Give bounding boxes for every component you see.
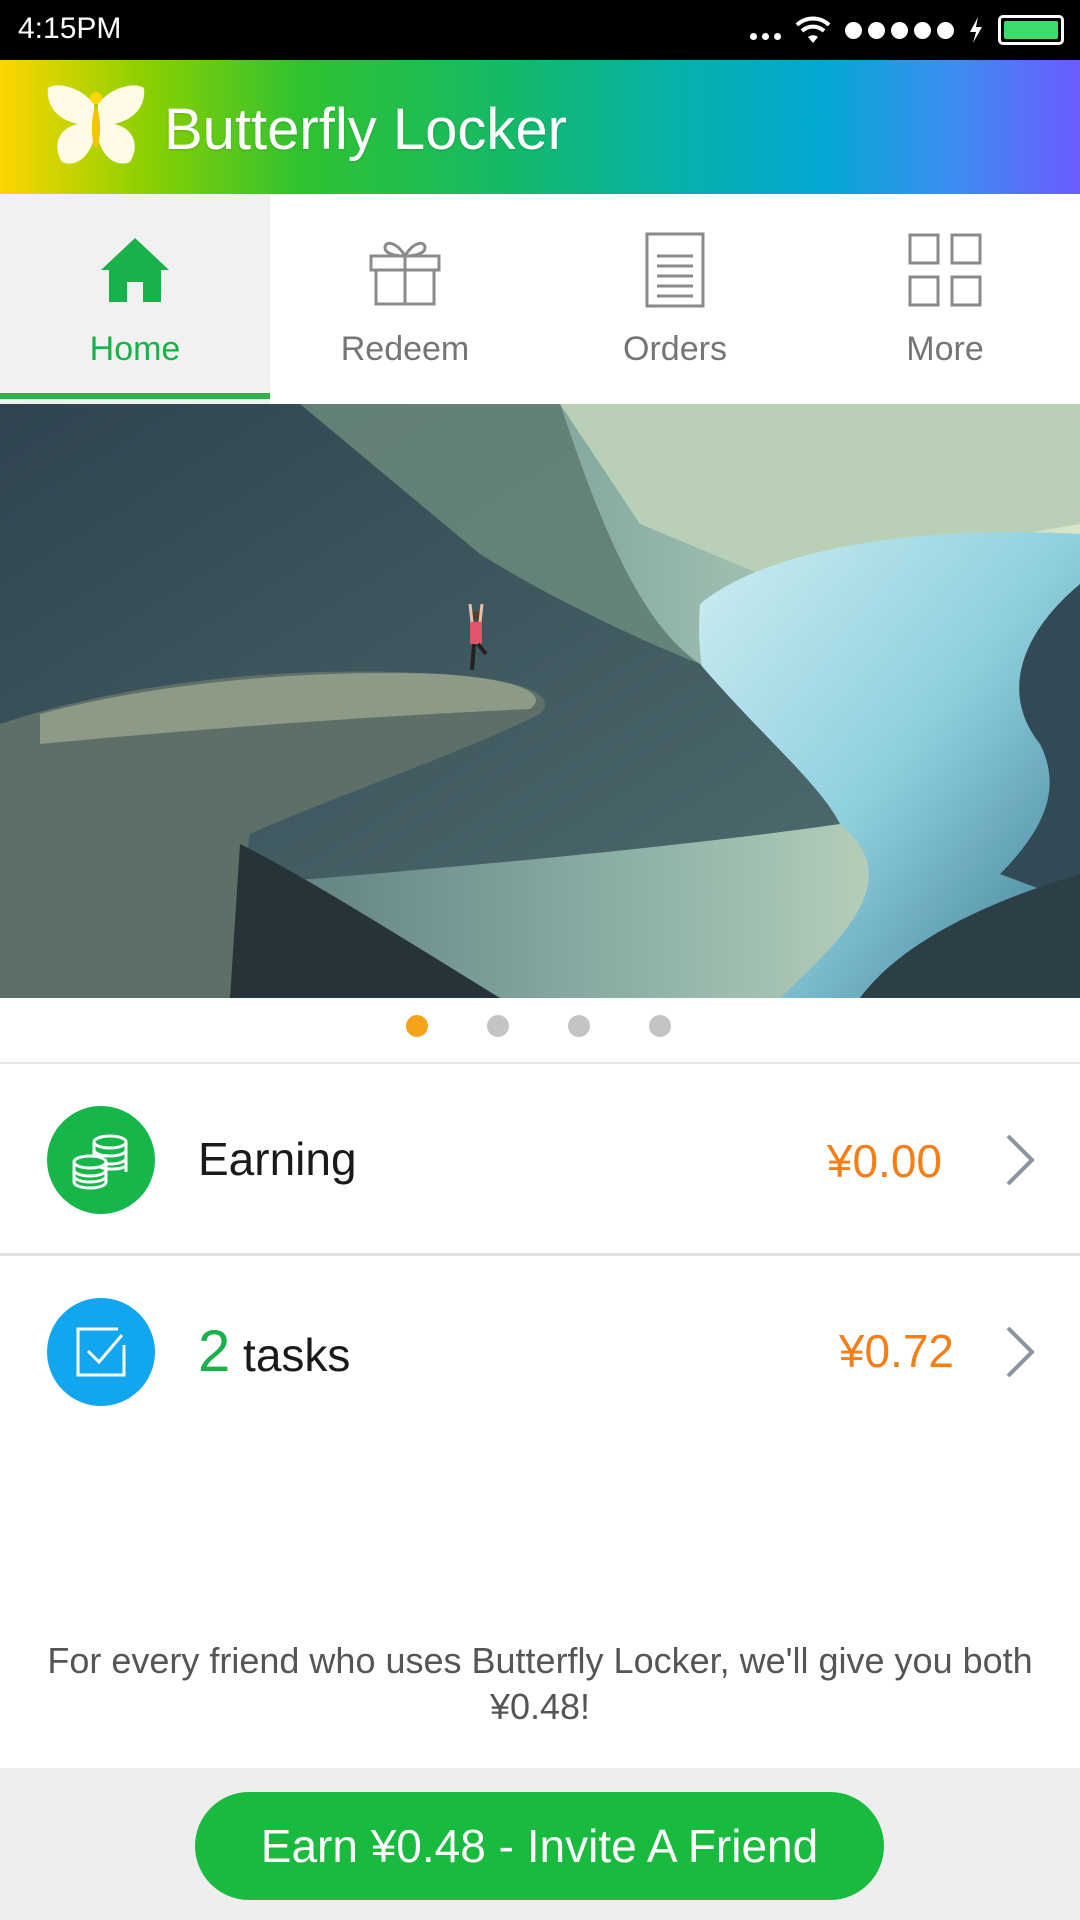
app-bar: Butterfly Locker xyxy=(0,60,1080,194)
promo-text: For every friend who uses Butterfly Lock… xyxy=(47,1640,1033,1727)
app-title: Butterfly Locker xyxy=(164,97,567,162)
chevron-right-icon xyxy=(1006,1326,1035,1378)
tab-redeem-label: Redeem xyxy=(340,330,470,368)
wifi-icon xyxy=(795,16,831,43)
gift-icon xyxy=(369,241,441,306)
tasks-label: 2 tasks xyxy=(198,1318,350,1385)
home-icon xyxy=(101,238,169,302)
checkbox-icon xyxy=(47,1298,155,1406)
invite-friend-button[interactable]: Earn ¥0.48 - Invite A Friend xyxy=(195,1792,884,1900)
status-icons xyxy=(750,10,1064,50)
status-time: 4:15PM xyxy=(18,12,122,45)
tab-more[interactable]: More xyxy=(810,194,1080,404)
more-dots-icon xyxy=(750,16,781,44)
tab-bar: Home Redeem Orders More xyxy=(0,194,1080,404)
pager-dot[interactable] xyxy=(406,1015,428,1037)
earning-label: Earning xyxy=(198,1133,357,1185)
pager-dot[interactable] xyxy=(487,1015,509,1037)
tasks-row[interactable]: 2 tasks ¥0.72 xyxy=(0,1258,1080,1448)
pager-dot[interactable] xyxy=(568,1015,590,1037)
bottom-bar: Earn ¥0.48 - Invite A Friend xyxy=(0,1768,1080,1920)
tab-orders[interactable]: Orders xyxy=(540,194,810,404)
earning-amount: ¥0.00 xyxy=(826,1135,942,1187)
earning-row[interactable]: Earning ¥0.00 xyxy=(0,1066,1080,1256)
tab-orders-label: Orders xyxy=(623,330,727,368)
tab-more-label: More xyxy=(906,330,984,368)
tab-home-label: Home xyxy=(89,330,181,368)
chevron-right-icon xyxy=(1006,1134,1035,1186)
carousel-pager xyxy=(0,998,1080,1064)
banner-image xyxy=(0,404,1080,998)
document-icon xyxy=(645,232,705,308)
tab-redeem[interactable]: Redeem xyxy=(270,194,540,404)
signal-icon xyxy=(845,21,954,39)
task-count: 2 xyxy=(198,1319,231,1384)
battery-icon xyxy=(998,15,1064,45)
coins-icon xyxy=(47,1106,155,1214)
tab-home[interactable]: Home xyxy=(0,194,270,404)
tasks-amount: ¥0.72 xyxy=(838,1325,954,1377)
butterfly-icon xyxy=(47,85,145,164)
banner-carousel[interactable] xyxy=(0,404,1080,998)
pager-dot[interactable] xyxy=(649,1015,671,1037)
grid-icon xyxy=(908,233,982,307)
tasks-text: tasks xyxy=(243,1329,351,1381)
status-bar: 4:15PM xyxy=(0,0,1080,60)
charging-icon xyxy=(970,17,982,43)
